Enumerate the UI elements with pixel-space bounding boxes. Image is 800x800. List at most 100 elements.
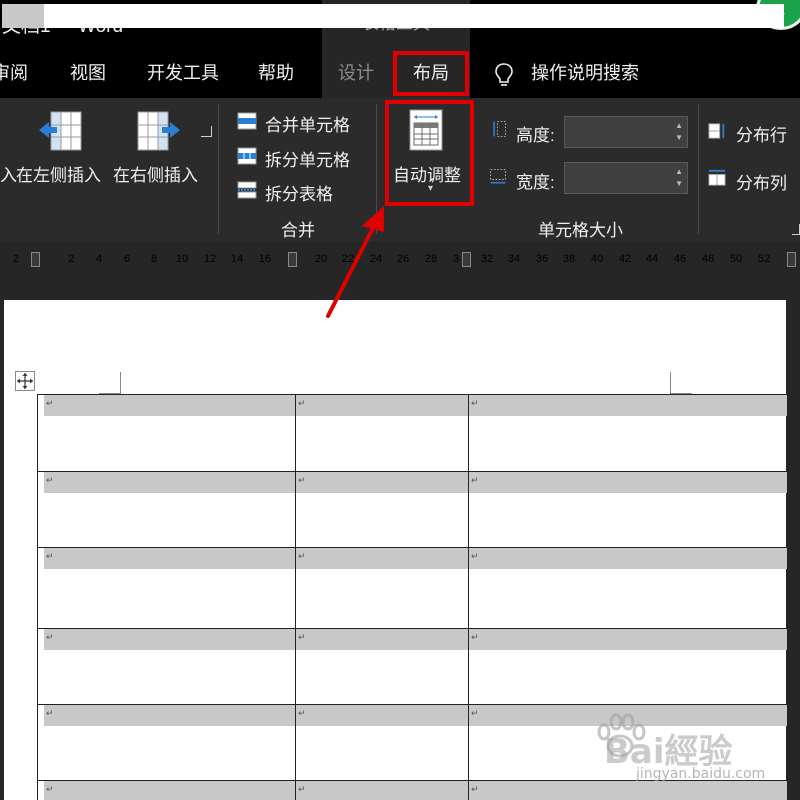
ruler-tick-label: 40 [590, 253, 604, 265]
height-label: 高度: [516, 126, 555, 145]
insert-left-button[interactable]: 在左侧插入 [16, 161, 101, 186]
ruler-tick-label: 14 [230, 253, 244, 265]
ruler-tick-label: 28 [424, 253, 438, 265]
ruler-tick-label: 52 [757, 253, 771, 265]
ruler-tick-label: 38 [562, 253, 576, 265]
lightbulb-icon [495, 63, 513, 86]
paragraph-mark: ↵ [46, 632, 54, 642]
rows-columns-dialog-launcher[interactable] [201, 126, 212, 137]
distribute-rows-icon [708, 123, 725, 139]
paragraph-mark: ↵ [46, 398, 54, 408]
merge-cells-icon [237, 112, 257, 130]
cell-size-dialog-launcher[interactable] [792, 224, 800, 235]
ruler-column-marker[interactable] [787, 252, 796, 267]
group-separator [698, 104, 699, 234]
column-width-icon [490, 169, 506, 184]
table-row-shading [44, 472, 295, 493]
paragraph-mark: ↵ [298, 475, 306, 485]
paragraph-mark: ↵ [471, 398, 479, 408]
paragraph-mark: ↵ [298, 632, 306, 642]
paragraph-mark: ↵ [471, 708, 479, 718]
table-row-shading [296, 395, 468, 416]
table-row-shading [296, 629, 468, 650]
tell-me-search[interactable]: 操作说明搜索 [531, 48, 639, 98]
table-row-shading [469, 781, 787, 800]
margin-corner-mark [670, 372, 671, 394]
ruler-tick-label: 2 [67, 253, 75, 265]
paragraph-mark: ↵ [298, 708, 306, 718]
insert-right-button[interactable]: 在右侧插入 [113, 161, 198, 186]
table-row-shading [296, 472, 468, 493]
width-label: 宽度: [516, 173, 555, 192]
tab-view[interactable]: 视图 [70, 48, 106, 98]
ruler-tick-label: 6 [123, 253, 131, 265]
table-row-shading [469, 548, 787, 569]
paragraph-mark: ↵ [298, 398, 306, 408]
ruler-tick-label: 20 [314, 253, 328, 265]
height-spinbox[interactable]: ▲ ▼ [564, 116, 688, 148]
table-row-shading [296, 548, 468, 569]
split-cells-button[interactable]: 拆分单元格 [265, 146, 350, 171]
autofit-highlight-box [385, 100, 474, 206]
distribute-columns-button[interactable]: 分布列 [736, 169, 787, 194]
ruler-track [2, 4, 784, 28]
height-spin-arrows-icon[interactable]: ▲ ▼ [675, 120, 683, 144]
ruler-tick-label: 42 [618, 253, 632, 265]
table-border-vertical [787, 394, 788, 800]
row-height-icon [493, 121, 506, 137]
table-border-vertical [37, 394, 38, 800]
watermark-url: jingyan.baidu.com [636, 766, 766, 782]
merge-cells-button[interactable]: 合并单元格 [265, 111, 350, 136]
table-row-shading [44, 395, 295, 416]
table-row-shading [44, 705, 295, 726]
cell-size-group-label: 单元格大小 [538, 221, 623, 240]
ruler-tick-label: 26 [396, 253, 410, 265]
ruler-tick-label: 36 [535, 253, 549, 265]
split-table-icon [237, 181, 257, 199]
paragraph-mark: ↵ [471, 632, 479, 642]
width-spin-arrows-icon[interactable]: ▲ ▼ [675, 166, 683, 190]
group-separator [218, 104, 219, 234]
table-move-handle[interactable] [15, 371, 35, 391]
paragraph-mark: ↵ [471, 475, 479, 485]
split-table-button[interactable]: 拆分表格 [265, 180, 333, 205]
paragraph-mark: ↵ [298, 784, 306, 794]
table-row-shading [469, 395, 787, 416]
layout-tab-highlight-box [393, 51, 469, 96]
ribbon-tabs: 审阅 视图 开发工具 帮助 设计 布局 操作说明搜索 [0, 48, 800, 98]
table-row-shading [296, 781, 468, 800]
tab-help[interactable]: 帮助 [258, 48, 294, 98]
ruler-tick-label: 4 [95, 253, 103, 265]
ruler-tick-label: 44 [645, 253, 659, 265]
ruler-tick-label: 12 [203, 253, 217, 265]
tab-design[interactable]: 设计 [338, 48, 374, 98]
table-border-vertical [468, 394, 469, 800]
ruler-tick-label: 46 [673, 253, 687, 265]
ruler-column-marker[interactable] [288, 252, 297, 267]
ruler-left-margin [2, 4, 44, 28]
ruler-tick-label: 34 [507, 253, 521, 265]
table-row-shading [469, 472, 787, 493]
insert-below-partial-label[interactable]: 入 [0, 161, 17, 186]
paragraph-mark: ↵ [471, 784, 479, 794]
ruler-indent-marker[interactable] [31, 252, 40, 267]
tab-review[interactable]: 审阅 [0, 48, 28, 98]
margin-corner-mark [120, 372, 121, 394]
ruler-tick-label: 2 [12, 253, 20, 265]
ruler-tick-label: 50 [729, 253, 743, 265]
paragraph-mark: ↵ [46, 708, 54, 718]
ruler-column-marker[interactable] [462, 252, 471, 267]
table-row-shading [44, 548, 295, 569]
ruler-tick-label: 48 [701, 253, 715, 265]
ruler-tick-label: 24 [369, 253, 383, 265]
paragraph-mark: ↵ [298, 551, 306, 561]
tab-developer[interactable]: 开发工具 [147, 48, 219, 98]
group-separator [376, 104, 377, 234]
width-spinbox[interactable]: ▲ ▼ [564, 162, 688, 194]
table-row-shading [44, 629, 295, 650]
distribute-columns-icon [708, 169, 726, 186]
ruler-tick-label: 8 [150, 253, 158, 265]
paragraph-mark: ↵ [46, 475, 54, 485]
table-border-vertical [295, 394, 296, 800]
distribute-rows-button[interactable]: 分布行 [736, 121, 787, 146]
